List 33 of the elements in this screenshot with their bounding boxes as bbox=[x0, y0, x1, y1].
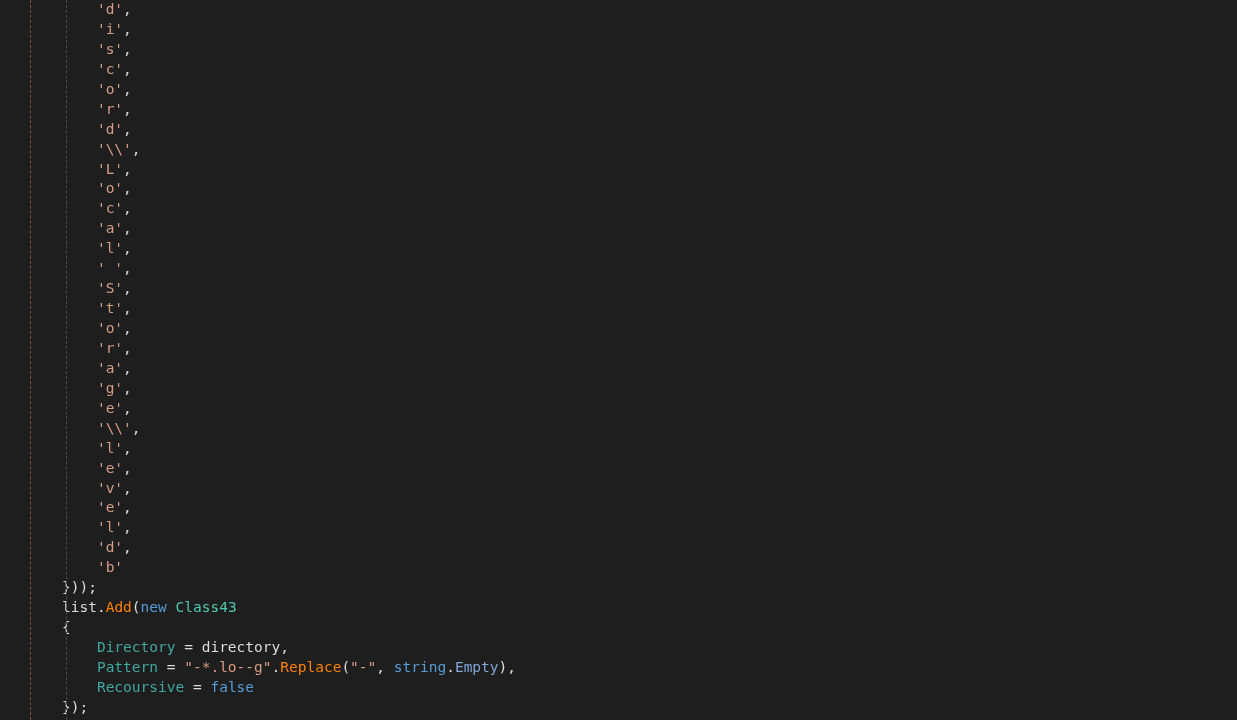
code-line: Directory = directory, bbox=[96, 638, 289, 657]
code-line: 'o', bbox=[96, 319, 132, 338]
code-line: Recoursive = false bbox=[96, 677, 255, 697]
code-line: 'v', bbox=[96, 478, 132, 498]
code-line: 'o', bbox=[96, 179, 132, 199]
code-line: 'l', bbox=[96, 518, 132, 538]
code-line: ' ', bbox=[96, 259, 132, 279]
code-line: '\\', bbox=[96, 418, 141, 438]
code-line: 'L', bbox=[96, 159, 132, 179]
code-line: 'c', bbox=[96, 59, 132, 79]
code-line: list.Add(new Class43 bbox=[62, 598, 237, 618]
code-line: 't', bbox=[96, 299, 132, 319]
code-line: 'd', bbox=[96, 538, 132, 558]
code-line: 'e', bbox=[96, 458, 132, 478]
code-line: 'l', bbox=[96, 438, 132, 458]
code-line: 'S', bbox=[96, 279, 132, 299]
code-line: 'o', bbox=[96, 79, 132, 99]
code-line: 's', bbox=[96, 39, 132, 59]
code-line: 'i', bbox=[96, 19, 132, 39]
code-line: 'e', bbox=[96, 398, 132, 418]
code-line: '\\', bbox=[96, 139, 141, 159]
code-line: 'l', bbox=[96, 239, 132, 259]
code-line: 'd', bbox=[96, 0, 132, 19]
code-line: 'r', bbox=[96, 338, 132, 358]
code-line: 'e', bbox=[96, 498, 132, 518]
code-line: 'd', bbox=[96, 119, 132, 139]
code-line: 'g', bbox=[96, 378, 132, 398]
code-line: 'a', bbox=[96, 219, 132, 239]
code-line: 'a', bbox=[96, 358, 132, 378]
code-line: 'r', bbox=[96, 99, 132, 119]
code-line: 'c', bbox=[96, 199, 132, 219]
code-line: Pattern = "-*.lo--g".Replace("-", string.Empty), bbox=[96, 657, 517, 677]
code-line: 'b' bbox=[96, 558, 124, 578]
